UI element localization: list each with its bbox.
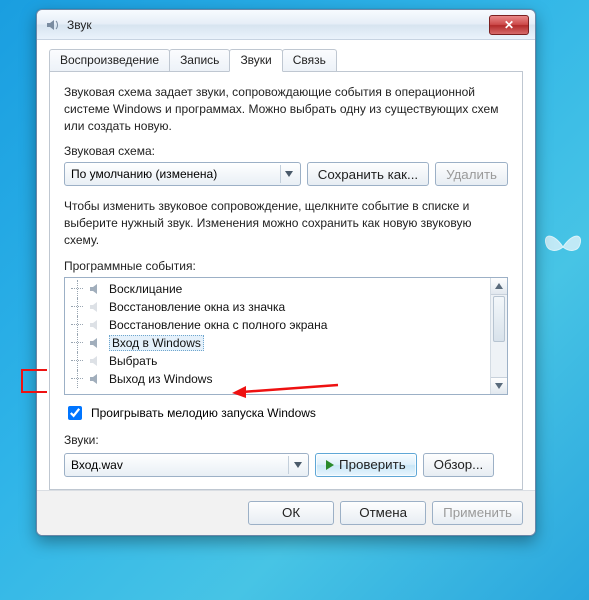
tab-playback[interactable]: Воспроизведение	[49, 49, 170, 71]
scroll-thumb[interactable]	[493, 296, 505, 342]
scheme-selected: По умолчанию (изменена)	[71, 167, 217, 181]
ok-button[interactable]: ОК	[248, 501, 334, 525]
tab-recording[interactable]: Запись	[169, 49, 230, 71]
scheme-label: Звуковая схема:	[64, 144, 508, 158]
sounds-label: Звуки:	[64, 433, 508, 447]
scroll-down-button[interactable]	[491, 377, 507, 394]
scrollbar[interactable]	[490, 278, 507, 394]
apply-button: Применить	[432, 501, 523, 525]
list-item[interactable]: Вход в Windows	[71, 334, 507, 352]
speaker-icon	[89, 282, 103, 296]
play-startup-label: Проигрывать мелодию запуска Windows	[91, 406, 316, 420]
close-button[interactable]: ✕	[489, 15, 529, 35]
cancel-button[interactable]: Отмена	[340, 501, 426, 525]
chevron-down-icon	[288, 456, 306, 474]
events-description: Чтобы изменить звуковое сопровождение, щ…	[64, 198, 508, 248]
speaker-muted-icon	[89, 300, 103, 314]
sound-icon	[45, 17, 61, 33]
dialog-title: Звук	[67, 18, 92, 32]
delete-button: Удалить	[435, 162, 508, 186]
scheme-description: Звуковая схема задает звуки, сопровождаю…	[64, 84, 508, 134]
test-button[interactable]: Проверить	[315, 453, 417, 477]
scroll-up-button[interactable]	[491, 278, 507, 295]
speaker-icon	[89, 336, 103, 350]
browse-button[interactable]: Обзор...	[423, 453, 495, 477]
events-label: Программные события:	[64, 259, 508, 273]
titlebar[interactable]: Звук ✕	[37, 10, 535, 40]
list-item[interactable]: Выход из Windows	[71, 370, 507, 388]
speaker-icon	[89, 372, 103, 386]
dialog-buttons: ОК Отмена Применить	[37, 490, 535, 535]
tabstrip: Воспроизведение Запись Звуки Связь	[49, 48, 523, 72]
close-icon: ✕	[504, 19, 514, 31]
list-item[interactable]: Восстановление окна с полного экрана	[71, 316, 507, 334]
tab-communications[interactable]: Связь	[282, 49, 337, 71]
tab-sounds[interactable]: Звуки	[229, 49, 282, 72]
sound-dialog: Звук ✕ Воспроизведение Запись Звуки Связ…	[36, 9, 536, 536]
chevron-down-icon	[280, 165, 298, 183]
sound-file-selected: Вход.wav	[71, 458, 123, 472]
speaker-muted-icon	[89, 318, 103, 332]
sound-file-dropdown[interactable]: Вход.wav	[64, 453, 309, 477]
list-item[interactable]: Выбрать	[71, 352, 507, 370]
desktop-butterfly-decoration	[543, 230, 583, 264]
tab-panel-sounds: Звуковая схема задает звуки, сопровождаю…	[49, 72, 523, 490]
save-as-button[interactable]: Сохранить как...	[307, 162, 429, 186]
play-startup-checkbox[interactable]	[68, 406, 82, 420]
list-item[interactable]: Восстановление окна из значка	[71, 298, 507, 316]
list-item[interactable]: Восклицание	[71, 280, 507, 298]
scheme-dropdown[interactable]: По умолчанию (изменена)	[64, 162, 301, 186]
events-listbox[interactable]: Восклицание Восстановление окна из значк…	[64, 277, 508, 395]
speaker-muted-icon	[89, 354, 103, 368]
play-icon	[326, 460, 334, 470]
